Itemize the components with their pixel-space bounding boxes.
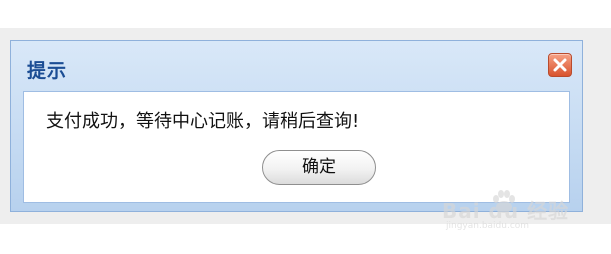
close-button[interactable] — [548, 53, 572, 77]
alert-dialog: 提示 支付成功，等待中心记账，请稍后查询! 确定 — [10, 40, 583, 212]
dialog-title: 提示 — [27, 60, 68, 82]
close-icon — [553, 58, 567, 72]
ok-button[interactable]: 确定 — [262, 150, 376, 185]
dialog-titlebar[interactable]: 提示 — [11, 41, 582, 89]
dialog-content: 支付成功，等待中心记账，请稍后查询! 确定 — [23, 91, 570, 203]
page: 提示 支付成功，等待中心记账，请稍后查询! 确定 Bai du 经验 jingy… — [0, 0, 611, 254]
dialog-message: 支付成功，等待中心记账，请稍后查询! — [46, 111, 360, 132]
